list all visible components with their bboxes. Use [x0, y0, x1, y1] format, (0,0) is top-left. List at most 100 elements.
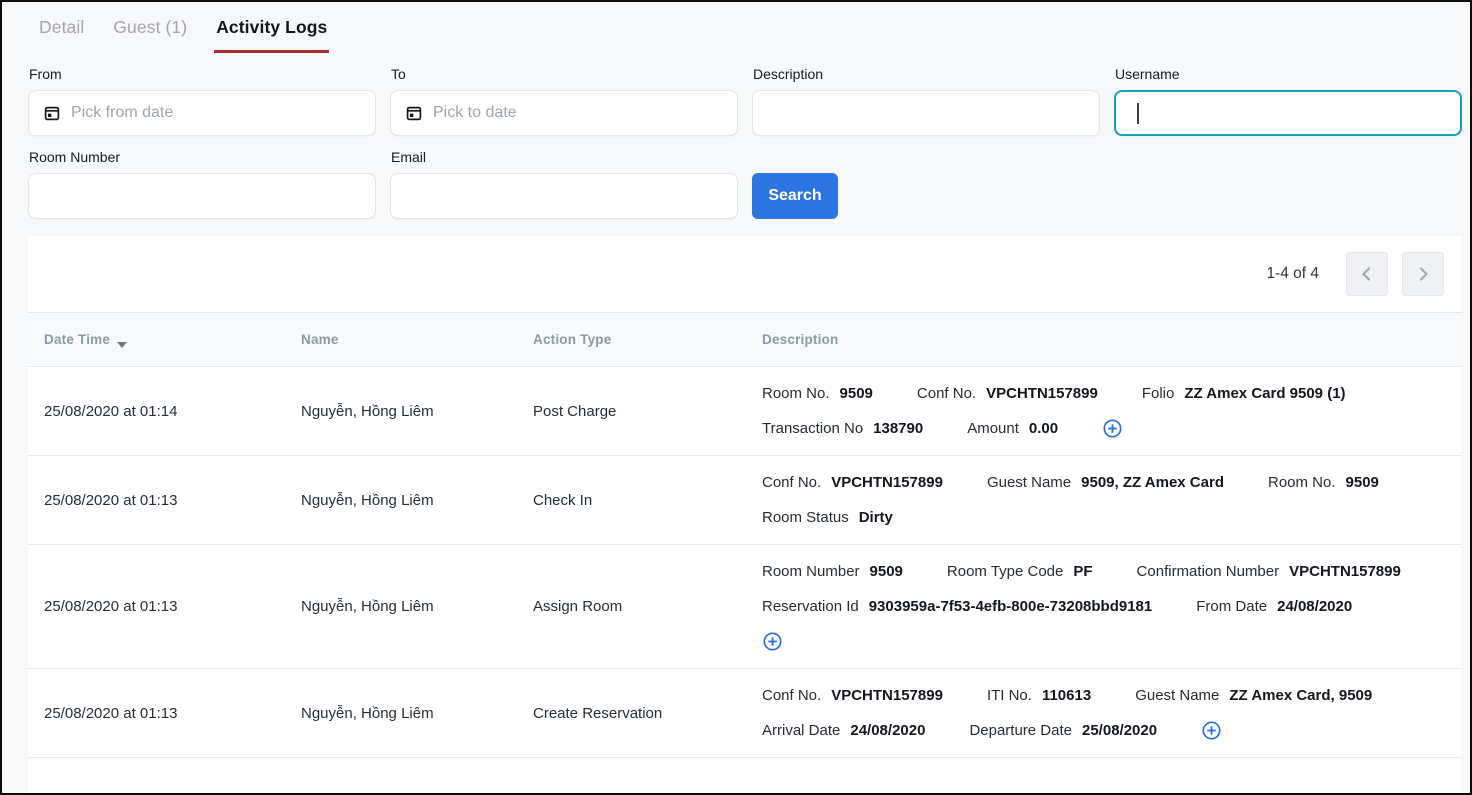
description-line: [762, 624, 1448, 659]
description-line: Arrival Date24/08/2020Departure Date25/0…: [762, 713, 1448, 748]
description-pair: From Date 24/08/2020: [1196, 598, 1352, 615]
description-line: Room No. 9509 Conf No.VPCHTN157899 Folio ZZ …: [762, 376, 1448, 411]
pagination: 1-4 of 4: [28, 236, 1462, 313]
to-date-input[interactable]: Pick to date: [390, 90, 738, 136]
description-pair: Reservation Id 9303959a-7f53-4efb-800e-73…: [762, 598, 1152, 615]
description-pair-value: 9509, ZZ Amex Card: [1081, 474, 1224, 491]
description-pair-value: VPCHTN157899: [831, 687, 943, 704]
table-row: 25/08/2020 at 01:14Nguyễn, Hồng LiêmPost…: [28, 367, 1462, 456]
description-pair-value: 9509: [870, 563, 903, 580]
tab-detail[interactable]: Detail: [37, 13, 86, 53]
description-pair: Room StatusDirty: [762, 509, 893, 526]
room-number-label: Room Number: [29, 149, 376, 165]
description-pair: Confirmation Number VPCHTN157899: [1137, 563, 1401, 580]
description-pair-value: VPCHTN157899: [1289, 563, 1401, 580]
plus-circle-icon[interactable]: [1102, 418, 1123, 439]
filter-room-number: Room Number: [28, 136, 376, 219]
description-pair-label: Conf No.: [762, 687, 821, 704]
description-line: Transaction No138790Amount0.00: [762, 411, 1448, 446]
description-pair-value: 9509: [840, 385, 873, 402]
filter-username: Username: [1114, 53, 1462, 136]
from-label: From: [29, 66, 376, 82]
description-line: Conf No. VPCHTN157899 Guest Name 9509, ZZ A…: [762, 465, 1448, 500]
column-header-description[interactable]: Description: [762, 332, 1462, 347]
description-pair-label: Departure Date: [969, 722, 1072, 739]
pagination-range: 1-4 of 4: [1266, 265, 1319, 283]
description-pair-value: VPCHTN157899: [831, 474, 943, 491]
text-cursor: [1137, 103, 1139, 124]
description-line: Conf No. VPCHTN157899 ITI No. 110613 Guest N…: [762, 678, 1448, 713]
description-pair-label: Room No.: [762, 385, 830, 402]
column-header-action-type[interactable]: Action Type: [533, 332, 762, 347]
email-label: Email: [391, 149, 738, 165]
description-pair-value: ZZ Amex Card 9509 (1): [1184, 385, 1345, 402]
description-pair-value: 9303959a-7f53-4efb-800e-73208bbd9181: [869, 598, 1153, 615]
description-pair-value: 24/08/2020: [1277, 598, 1352, 615]
table-body: 25/08/2020 at 01:14Nguyễn, Hồng LiêmPost…: [28, 367, 1462, 758]
description-pair: Guest Name 9509, ZZ Amex Card: [987, 474, 1224, 491]
prev-page-button[interactable]: [1346, 252, 1388, 296]
cell-date-time: 25/08/2020 at 01:13: [44, 705, 301, 722]
description-pair-label: Guest Name: [1135, 687, 1219, 704]
results-card: 1-4 of 4 Date Time Name Action Type Desc…: [28, 236, 1462, 793]
filter-from: From Pick from date: [28, 53, 376, 136]
plus-circle-icon[interactable]: [762, 631, 783, 652]
description-pair-value: Dirty: [859, 509, 893, 526]
filter-panel: From Pick from date To Pick to date: [2, 53, 1470, 219]
table-row: 25/08/2020 at 01:13Nguyễn, Hồng LiêmAssi…: [28, 545, 1462, 669]
description-line: Room Number 9509 Room Type CodePF Confirmat…: [762, 554, 1448, 589]
username-input[interactable]: [1114, 90, 1462, 136]
description-pair-label: ITI No.: [987, 687, 1032, 704]
description-pair-label: Guest Name: [987, 474, 1071, 491]
search-button[interactable]: Search: [752, 173, 838, 219]
description-input[interactable]: [752, 90, 1100, 136]
cell-date-time: 25/08/2020 at 01:13: [44, 598, 301, 615]
description-pair-value: 0.00: [1029, 420, 1058, 437]
chevron-left-icon: [1358, 265, 1376, 283]
column-header-date-time[interactable]: Date Time: [44, 332, 301, 347]
cell-action-type: Create Reservation: [533, 705, 762, 722]
description-pair-value: 24/08/2020: [850, 722, 925, 739]
description-pair: Room No.9509: [1268, 474, 1379, 491]
description-pair-label: Room Type Code: [947, 563, 1063, 580]
description-pair-label: Confirmation Number: [1137, 563, 1280, 580]
cell-description: Conf No. VPCHTN157899 ITI No. 110613 Guest N…: [762, 678, 1462, 748]
filter-to: To Pick to date: [390, 53, 738, 136]
description-pair: Conf No.VPCHTN157899: [917, 385, 1098, 402]
from-date-input[interactable]: Pick from date: [28, 90, 376, 136]
to-label: To: [391, 66, 738, 82]
plus-circle-icon[interactable]: [1201, 720, 1222, 741]
description-pair: Room Type CodePF: [947, 563, 1093, 580]
description-pair: Amount 0.00: [967, 420, 1058, 437]
description-pair: Conf No. VPCHTN157899: [762, 474, 943, 491]
description-pair: Room Number 9509: [762, 563, 903, 580]
cell-name: Nguyễn, Hồng Liêm: [301, 598, 533, 615]
description-pair-label: Folio: [1142, 385, 1175, 402]
room-number-input[interactable]: [28, 173, 376, 219]
description-pair: Room No. 9509: [762, 385, 873, 402]
chevron-right-icon: [1414, 265, 1432, 283]
description-pair-label: Room No.: [1268, 474, 1336, 491]
calendar-icon: [406, 105, 422, 121]
column-header-name[interactable]: Name: [301, 332, 533, 347]
description-pair-label: From Date: [1196, 598, 1267, 615]
description-line: Reservation Id 9303959a-7f53-4efb-800e-73…: [762, 589, 1448, 624]
description-pair-label: Room Number: [762, 563, 860, 580]
table-header: Date Time Name Action Type Description: [28, 313, 1462, 367]
table-row: 25/08/2020 at 01:13Nguyễn, Hồng LiêmCrea…: [28, 669, 1462, 758]
tab-bar: Detail Guest (1) Activity Logs: [2, 2, 1470, 53]
table-row: 25/08/2020 at 01:13Nguyễn, Hồng LiêmChec…: [28, 456, 1462, 545]
description-pair-label: Amount: [967, 420, 1019, 437]
description-pair-label: Conf No.: [762, 474, 821, 491]
description-pair-label: Reservation Id: [762, 598, 859, 615]
next-page-button[interactable]: [1402, 252, 1444, 296]
email-input[interactable]: [390, 173, 738, 219]
description-pair: Arrival Date24/08/2020: [762, 722, 925, 739]
cell-name: Nguyễn, Hồng Liêm: [301, 705, 533, 722]
cell-description: Room No. 9509 Conf No.VPCHTN157899 Folio ZZ …: [762, 376, 1462, 446]
description-pair-value: 110613: [1042, 687, 1091, 704]
filter-email: Email: [390, 136, 738, 219]
tab-activity-logs[interactable]: Activity Logs: [214, 13, 329, 53]
tab-guest[interactable]: Guest (1): [111, 13, 189, 53]
description-pair: Folio ZZ Amex Card 9509 (1): [1142, 385, 1346, 402]
